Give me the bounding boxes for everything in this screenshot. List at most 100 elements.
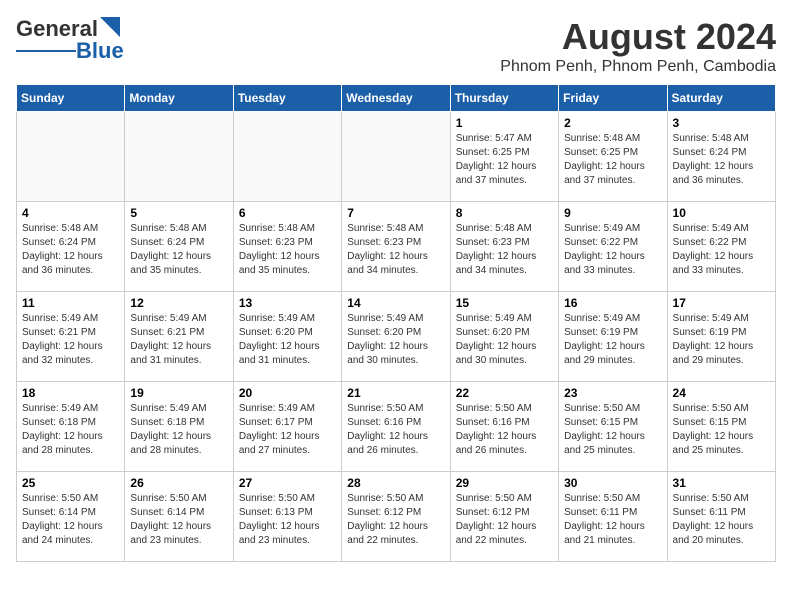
day-number: 27 xyxy=(239,476,336,490)
day-info: Sunrise: 5:50 AM Sunset: 6:15 PM Dayligh… xyxy=(673,402,770,458)
day-number: 5 xyxy=(130,206,227,220)
day-number: 24 xyxy=(673,386,770,400)
location-title: Phnom Penh, Phnom Penh, Cambodia xyxy=(500,58,776,76)
calendar-cell: 11 Sunrise: 5:49 AM Sunset: 6:21 PM Dayli… xyxy=(17,292,125,382)
day-number: 7 xyxy=(347,206,444,220)
calendar-cell: 19Sunrise: 5:49 AM Sunset: 6:18 PM Dayli… xyxy=(125,382,233,472)
weekday-header-friday: Friday xyxy=(559,85,667,112)
weekday-header-saturday: Saturday xyxy=(667,85,775,112)
calendar-cell: 15Sunrise: 5:49 AM Sunset: 6:20 PM Dayli… xyxy=(450,292,558,382)
page-header: General Blue August 2024 Phnom Penh, Phn… xyxy=(16,16,776,76)
day-number: 19 xyxy=(130,386,227,400)
logo-icon xyxy=(100,17,120,37)
day-info: Sunrise: 5:49 AM Sunset: 6:21 PM Dayligh… xyxy=(22,312,119,368)
calendar-cell xyxy=(342,112,450,202)
weekday-header-row: SundayMondayTuesdayWednesdayThursdayFrid… xyxy=(17,85,776,112)
calendar-cell: 31 Sunrise: 5:50 AM Sunset: 6:11 PM Dayli… xyxy=(667,472,775,562)
month-title: August 2024 xyxy=(500,16,776,58)
day-number: 31 xyxy=(673,476,770,490)
calendar-cell: 1 Sunrise: 5:47 AM Sunset: 6:25 PM Daylig… xyxy=(450,112,558,202)
day-number: 15 xyxy=(456,296,553,310)
day-number: 22 xyxy=(456,386,553,400)
calendar-cell: 28Sunrise: 5:50 AM Sunset: 6:12 PM Dayli… xyxy=(342,472,450,562)
calendar-cell: 12 Sunrise: 5:49 AM Sunset: 6:21 PM Dayli… xyxy=(125,292,233,382)
weekday-header-monday: Monday xyxy=(125,85,233,112)
title-block: August 2024 Phnom Penh, Phnom Penh, Camb… xyxy=(500,16,776,76)
week-row-1: 1 Sunrise: 5:47 AM Sunset: 6:25 PM Daylig… xyxy=(17,112,776,202)
day-number: 25 xyxy=(22,476,119,490)
week-row-3: 11 Sunrise: 5:49 AM Sunset: 6:21 PM Dayli… xyxy=(17,292,776,382)
day-number: 20 xyxy=(239,386,336,400)
calendar-cell: 29 Sunrise: 5:50 AM Sunset: 6:12 PM Dayli… xyxy=(450,472,558,562)
weekday-header-sunday: Sunday xyxy=(17,85,125,112)
day-number: 3 xyxy=(673,116,770,130)
day-info: Sunrise: 5:50 AM Sunset: 6:14 PM Dayligh… xyxy=(130,492,227,548)
day-info: Sunrise: 5:48 AM Sunset: 6:25 PM Dayligh… xyxy=(564,132,661,188)
day-number: 6 xyxy=(239,206,336,220)
calendar-cell: 18 Sunrise: 5:49 AM Sunset: 6:18 PM Dayli… xyxy=(17,382,125,472)
calendar-cell: 9 Sunrise: 5:49 AM Sunset: 6:22 PM Daylig… xyxy=(559,202,667,292)
day-info: Sunrise: 5:50 AM Sunset: 6:15 PM Dayligh… xyxy=(564,402,661,458)
day-number: 29 xyxy=(456,476,553,490)
day-number: 11 xyxy=(22,296,119,310)
day-info: Sunrise: 5:50 AM Sunset: 6:14 PM Dayligh… xyxy=(22,492,119,548)
day-info: Sunrise: 5:48 AM Sunset: 6:24 PM Dayligh… xyxy=(22,222,119,278)
calendar-cell: 22 Sunrise: 5:50 AM Sunset: 6:16 PM Dayli… xyxy=(450,382,558,472)
calendar-cell: 14 Sunrise: 5:49 AM Sunset: 6:20 PM Dayli… xyxy=(342,292,450,382)
day-info: Sunrise: 5:50 AM Sunset: 6:11 PM Dayligh… xyxy=(564,492,661,548)
day-info: Sunrise: 5:49 AM Sunset: 6:20 PM Dayligh… xyxy=(347,312,444,368)
calendar-cell: 26 Sunrise: 5:50 AM Sunset: 6:14 PM Dayli… xyxy=(125,472,233,562)
day-number: 18 xyxy=(22,386,119,400)
calendar-cell: 16 Sunrise: 5:49 AM Sunset: 6:19 PM Dayli… xyxy=(559,292,667,382)
calendar-cell xyxy=(125,112,233,202)
calendar-cell: 13Sunrise: 5:49 AM Sunset: 6:20 PM Dayli… xyxy=(233,292,341,382)
day-number: 1 xyxy=(456,116,553,130)
day-number: 10 xyxy=(673,206,770,220)
day-info: Sunrise: 5:50 AM Sunset: 6:12 PM Dayligh… xyxy=(456,492,553,548)
week-row-5: 25 Sunrise: 5:50 AM Sunset: 6:14 PM Dayli… xyxy=(17,472,776,562)
day-info: Sunrise: 5:49 AM Sunset: 6:22 PM Dayligh… xyxy=(673,222,770,278)
day-number: 13 xyxy=(239,296,336,310)
day-info: Sunrise: 5:49 AM Sunset: 6:19 PM Dayligh… xyxy=(564,312,661,368)
day-number: 16 xyxy=(564,296,661,310)
day-number: 14 xyxy=(347,296,444,310)
day-info: Sunrise: 5:48 AM Sunset: 6:23 PM Dayligh… xyxy=(239,222,336,278)
weekday-header-thursday: Thursday xyxy=(450,85,558,112)
day-number: 21 xyxy=(347,386,444,400)
day-number: 2 xyxy=(564,116,661,130)
calendar-cell: 27 Sunrise: 5:50 AM Sunset: 6:13 PM Dayli… xyxy=(233,472,341,562)
calendar-cell: 20 Sunrise: 5:49 AM Sunset: 6:17 PM Dayli… xyxy=(233,382,341,472)
week-row-4: 18 Sunrise: 5:49 AM Sunset: 6:18 PM Dayli… xyxy=(17,382,776,472)
calendar-cell: 17Sunrise: 5:49 AM Sunset: 6:19 PM Dayli… xyxy=(667,292,775,382)
day-info: Sunrise: 5:49 AM Sunset: 6:22 PM Dayligh… xyxy=(564,222,661,278)
day-info: Sunrise: 5:50 AM Sunset: 6:12 PM Dayligh… xyxy=(347,492,444,548)
day-info: Sunrise: 5:48 AM Sunset: 6:23 PM Dayligh… xyxy=(347,222,444,278)
calendar-cell: 6 Sunrise: 5:48 AM Sunset: 6:23 PM Daylig… xyxy=(233,202,341,292)
day-info: Sunrise: 5:48 AM Sunset: 6:24 PM Dayligh… xyxy=(673,132,770,188)
day-info: Sunrise: 5:50 AM Sunset: 6:13 PM Dayligh… xyxy=(239,492,336,548)
day-number: 17 xyxy=(673,296,770,310)
day-info: Sunrise: 5:47 AM Sunset: 6:25 PM Dayligh… xyxy=(456,132,553,188)
day-info: Sunrise: 5:50 AM Sunset: 6:11 PM Dayligh… xyxy=(673,492,770,548)
day-info: Sunrise: 5:50 AM Sunset: 6:16 PM Dayligh… xyxy=(456,402,553,458)
calendar-cell: 3 Sunrise: 5:48 AM Sunset: 6:24 PM Daylig… xyxy=(667,112,775,202)
calendar-cell: 23Sunrise: 5:50 AM Sunset: 6:15 PM Dayli… xyxy=(559,382,667,472)
day-number: 9 xyxy=(564,206,661,220)
day-number: 12 xyxy=(130,296,227,310)
week-row-2: 4Sunrise: 5:48 AM Sunset: 6:24 PM Daylig… xyxy=(17,202,776,292)
calendar-table: SundayMondayTuesdayWednesdayThursdayFrid… xyxy=(16,84,776,562)
day-number: 8 xyxy=(456,206,553,220)
calendar-cell: 2 Sunrise: 5:48 AM Sunset: 6:25 PM Daylig… xyxy=(559,112,667,202)
day-info: Sunrise: 5:48 AM Sunset: 6:23 PM Dayligh… xyxy=(456,222,553,278)
logo-blue: Blue xyxy=(76,38,124,64)
logo: General Blue xyxy=(16,16,124,64)
day-info: Sunrise: 5:49 AM Sunset: 6:21 PM Dayligh… xyxy=(130,312,227,368)
calendar-cell: 30 Sunrise: 5:50 AM Sunset: 6:11 PM Dayli… xyxy=(559,472,667,562)
day-info: Sunrise: 5:49 AM Sunset: 6:18 PM Dayligh… xyxy=(22,402,119,458)
day-number: 26 xyxy=(130,476,227,490)
calendar-cell: 8 Sunrise: 5:48 AM Sunset: 6:23 PM Daylig… xyxy=(450,202,558,292)
day-number: 30 xyxy=(564,476,661,490)
day-info: Sunrise: 5:49 AM Sunset: 6:17 PM Dayligh… xyxy=(239,402,336,458)
calendar-cell xyxy=(17,112,125,202)
day-info: Sunrise: 5:50 AM Sunset: 6:16 PM Dayligh… xyxy=(347,402,444,458)
